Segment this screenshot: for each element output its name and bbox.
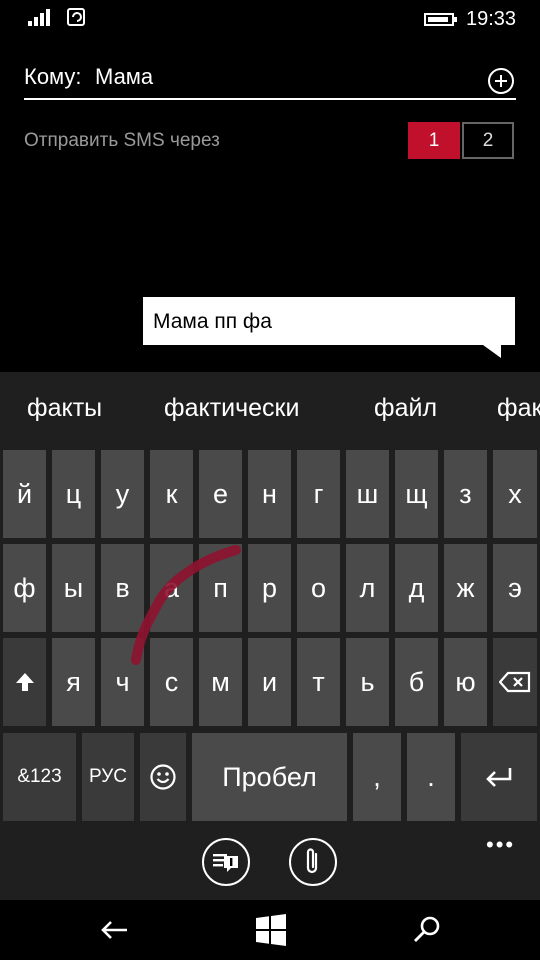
sim-message-icon (213, 854, 238, 872)
suggestion-item[interactable]: факты (27, 394, 102, 423)
space-key[interactable]: Пробел (192, 733, 347, 821)
key[interactable]: к (150, 450, 193, 538)
sim-switch-button[interactable] (202, 838, 250, 886)
key[interactable]: у (101, 450, 144, 538)
key[interactable]: а (150, 544, 193, 632)
key[interactable]: г (297, 450, 340, 538)
key[interactable]: х (493, 450, 537, 538)
suggestion-item[interactable]: файл (374, 394, 437, 423)
paperclip-icon (306, 848, 318, 874)
key[interactable]: ж (444, 544, 487, 632)
numbers-key[interactable]: &123 (3, 733, 76, 821)
enter-key[interactable] (461, 733, 537, 821)
clock: 19:33 (466, 8, 517, 30)
status-bar: 19:33 (0, 0, 540, 36)
suggestion-item[interactable]: фак (497, 394, 540, 423)
search-icon[interactable] (409, 912, 445, 948)
key[interactable]: д (395, 544, 438, 632)
key[interactable]: с (150, 638, 193, 726)
key[interactable]: ы (52, 544, 95, 632)
recipient-value[interactable]: Мама (95, 64, 153, 90)
key[interactable]: и (248, 638, 291, 726)
key[interactable]: ш (346, 450, 389, 538)
key[interactable]: в (101, 544, 144, 632)
sim-2-button[interactable]: 2 (462, 122, 514, 159)
navigation-bar (0, 900, 540, 960)
comma-key[interactable]: , (353, 733, 401, 821)
key[interactable]: м (199, 638, 242, 726)
emoji-key[interactable] (140, 733, 186, 821)
backspace-icon (499, 671, 531, 693)
more-button[interactable]: ••• (486, 832, 515, 858)
sim-1-button[interactable]: 1 (408, 122, 460, 159)
signal-bars-icon (26, 8, 56, 26)
key[interactable]: э (493, 544, 537, 632)
attach-button[interactable] (289, 838, 337, 886)
backspace-key[interactable] (493, 638, 537, 726)
key[interactable]: ф (3, 544, 46, 632)
key[interactable]: б (395, 638, 438, 726)
windows-logo-icon[interactable] (253, 912, 289, 948)
key[interactable]: ю (444, 638, 487, 726)
key[interactable]: е (199, 450, 242, 538)
key[interactable]: н (248, 450, 291, 538)
key[interactable]: п (199, 544, 242, 632)
shift-arrow-icon (15, 673, 34, 691)
key[interactable]: о (297, 544, 340, 632)
key[interactable]: ч (101, 638, 144, 726)
recipient-label: Кому: (24, 64, 82, 89)
enter-icon (486, 768, 512, 787)
language-key[interactable]: РУС (82, 733, 134, 821)
recipient-field[interactable]: Кому: Мама (24, 56, 516, 100)
key[interactable]: з (444, 450, 487, 538)
key[interactable]: я (52, 638, 95, 726)
key[interactable]: т (297, 638, 340, 726)
send-via-label: Отправить SMS через (24, 130, 220, 151)
key[interactable]: й (3, 450, 46, 538)
key[interactable]: щ (395, 450, 438, 538)
bubble-tail (483, 345, 501, 358)
key[interactable]: л (346, 544, 389, 632)
suggestion-item[interactable]: фактически (164, 394, 299, 423)
back-arrow-icon[interactable] (97, 912, 133, 948)
message-input[interactable]: Мама пп фа (143, 297, 515, 345)
key[interactable]: ь (346, 638, 389, 726)
sync-icon (67, 8, 85, 26)
add-circle-icon[interactable] (488, 68, 514, 94)
suggestion-bar: факты фактически файл фак (0, 372, 540, 446)
key[interactable]: р (248, 544, 291, 632)
emoji-icon (150, 764, 176, 790)
period-key[interactable]: . (407, 733, 455, 821)
shift-key[interactable] (3, 638, 46, 726)
battery-icon (424, 13, 457, 26)
key[interactable]: ц (52, 450, 95, 538)
keyboard: факты фактически файл фак й ц у к е н г … (0, 372, 540, 900)
